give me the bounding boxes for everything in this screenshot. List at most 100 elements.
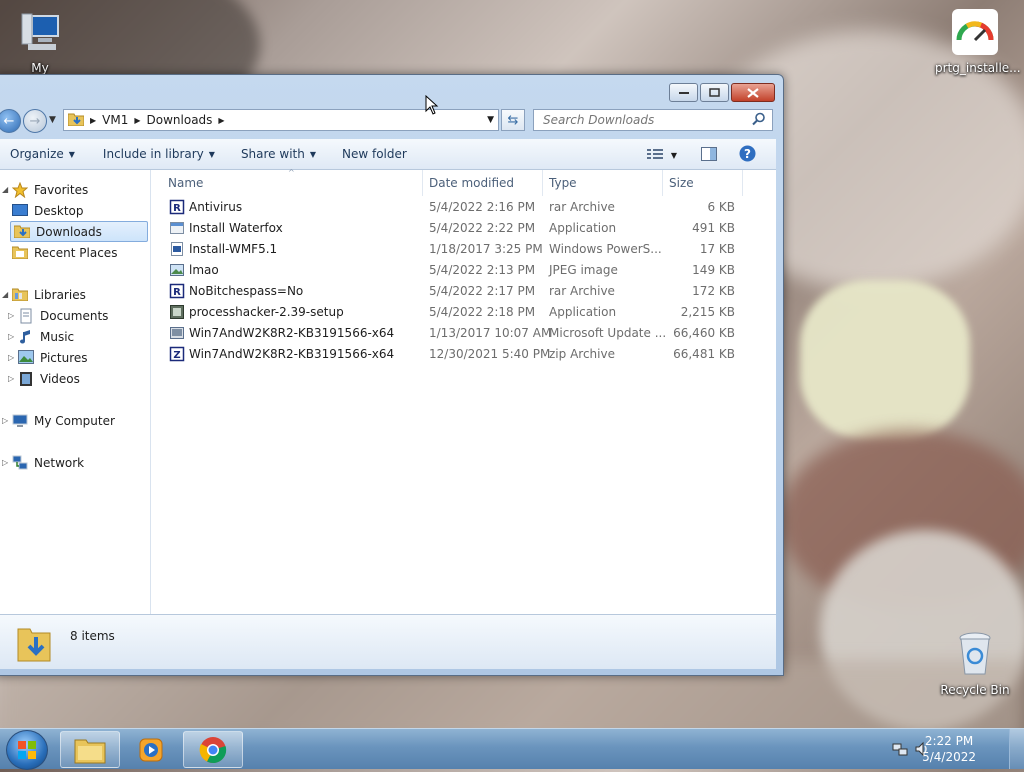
nav-label: Music [40, 329, 75, 344]
address-row: ← → ▼ ▶ VM1 ▶ Downloads ▶ ▼ ⇆ [0, 109, 783, 133]
help-icon[interactable]: ? [739, 145, 756, 165]
close-button[interactable] [731, 83, 775, 102]
file-name: Win7AndW2K8R2-KB3191566-x64 [189, 347, 395, 361]
collapsed-arrow-icon[interactable]: ▷ [2, 416, 12, 425]
view-options-dropdown-icon[interactable]: ▼ [671, 151, 677, 160]
nav-desktop[interactable]: Desktop [12, 201, 84, 220]
breadcrumb-downloads[interactable]: Downloads [147, 113, 213, 127]
collapsed-arrow-icon[interactable]: ▷ [8, 353, 18, 362]
collapsed-arrow-icon[interactable]: ▷ [8, 311, 18, 320]
file-date: 12/30/2021 5:40 PM [429, 347, 551, 361]
clock[interactable]: 2:22 PM 5/4/2022 [922, 733, 976, 765]
nav-videos[interactable]: ▷ Videos [8, 369, 80, 388]
file-size: 17 KB [699, 242, 735, 256]
show-desktop-button[interactable] [1009, 729, 1024, 769]
desktop-icon-recycle-bin[interactable]: Recycle Bin [935, 630, 1015, 697]
file-size: 6 KB [707, 200, 735, 214]
organize-label: Organize [10, 147, 64, 161]
nav-label: Recent Places [34, 245, 118, 260]
minimize-button[interactable] [669, 83, 698, 102]
powershell-script-icon [169, 241, 185, 257]
nav-libraries[interactable]: ◢ Libraries [2, 285, 86, 304]
expanded-arrow-icon[interactable]: ◢ [2, 290, 12, 299]
column-header-size[interactable]: Size [669, 170, 694, 196]
folder-download-icon [67, 112, 85, 129]
preview-pane-icon[interactable] [701, 146, 717, 164]
explorer-window[interactable]: ← → ▼ ▶ VM1 ▶ Downloads ▶ ▼ ⇆ Organize ▼ [0, 74, 784, 676]
file-size: 149 KB [692, 263, 735, 277]
taskbar: 2:22 PM 5/4/2022 [0, 728, 1024, 770]
refresh-button[interactable]: ⇆ [501, 109, 525, 131]
file-row[interactable]: lmao 5/4/2022 2:13 PM JPEG image 149 KB [151, 260, 751, 281]
nav-network[interactable]: ▷ Network [2, 453, 84, 472]
column-header-date-modified[interactable]: Date modified [429, 170, 514, 196]
nav-pictures[interactable]: ▷ Pictures [8, 348, 88, 367]
collapsed-arrow-icon[interactable]: ▷ [2, 458, 12, 467]
back-arrow-icon: ← [3, 113, 15, 129]
change-view-icon[interactable] [646, 148, 663, 163]
nav-my-computer[interactable]: ▷ My Computer [2, 411, 115, 430]
desktop-icon-prtg-installer[interactable]: prtg_installe... [935, 8, 1021, 75]
recent-pages-dropdown-icon[interactable]: ▼ [49, 115, 56, 125]
new-folder-button[interactable]: New folder [332, 147, 417, 161]
column-header-type[interactable]: Type [549, 170, 577, 196]
organize-menu[interactable]: Organize ▼ [0, 147, 85, 161]
nav-recent-places[interactable]: Recent Places [11, 243, 118, 262]
include-in-library-menu[interactable]: Include in library ▼ [93, 147, 225, 161]
nav-downloads[interactable]: Downloads [10, 221, 148, 242]
search-box[interactable] [533, 109, 773, 131]
file-date: 5/4/2022 2:17 PM [429, 284, 536, 298]
chevron-down-icon: ▼ [208, 149, 215, 159]
file-size: 2,215 KB [680, 305, 735, 319]
nav-label: Videos [40, 371, 80, 386]
file-list[interactable]: Name ^ Date modified Type Size R Antivir… [151, 168, 776, 614]
file-row[interactable]: R Antivirus 5/4/2022 2:16 PM rar Archive… [151, 197, 751, 218]
network-status-icon[interactable] [892, 741, 908, 760]
recycle-bin-icon [935, 630, 1015, 681]
nav-label: Network [34, 455, 85, 470]
expanded-arrow-icon[interactable]: ◢ [2, 185, 12, 194]
share-with-menu[interactable]: Share with ▼ [231, 147, 326, 161]
taskbar-explorer-button[interactable] [60, 731, 120, 768]
prtg-gauge-icon [935, 8, 1015, 59]
file-name: Install Waterfox [189, 221, 283, 235]
file-row[interactable]: Z Win7AndW2K8R2-KB3191566-x64 12/30/2021… [151, 344, 751, 365]
back-button[interactable]: ← [0, 109, 21, 133]
search-icon[interactable] [752, 112, 766, 129]
file-row[interactable]: Install-WMF5.1 1/18/2017 3:25 PM Windows… [151, 239, 751, 260]
collapsed-arrow-icon[interactable]: ▷ [8, 332, 18, 341]
desktop-icon [12, 203, 28, 219]
collapsed-arrow-icon[interactable]: ▷ [8, 374, 18, 383]
column-divider[interactable] [422, 170, 423, 196]
file-row[interactable]: processhacker-2.39-setup 5/4/2022 2:18 P… [151, 302, 751, 323]
column-header-name[interactable]: Name [168, 170, 203, 196]
maximize-button[interactable] [700, 83, 729, 102]
start-button[interactable] [6, 730, 48, 770]
nav-music[interactable]: ▷ Music [8, 327, 74, 346]
taskbar-chrome-button[interactable] [183, 731, 243, 768]
column-divider[interactable] [662, 170, 663, 196]
breadcrumb-separator-icon[interactable]: ▶ [134, 116, 140, 125]
nav-documents[interactable]: ▷ Documents [8, 306, 108, 325]
refresh-icon: ⇆ [507, 112, 519, 128]
column-divider[interactable] [742, 170, 743, 196]
nav-favorites[interactable]: ◢ Favorites [2, 180, 88, 199]
libraries-icon [11, 287, 29, 303]
star-icon [11, 181, 29, 198]
file-row[interactable]: R NoBitchespass=No 5/4/2022 2:17 PM rar … [151, 281, 751, 302]
address-dropdown-icon[interactable]: ▼ [487, 115, 494, 125]
search-input[interactable] [541, 112, 750, 128]
navigation-pane[interactable]: ◢ Favorites Desktop Downloads Recent Pla… [0, 170, 151, 614]
breadcrumb-separator-icon[interactable]: ▶ [90, 116, 96, 125]
media-player-icon [139, 738, 163, 761]
file-date: 1/13/2017 10:07 AM [429, 326, 552, 340]
svg-text:R: R [173, 287, 181, 298]
forward-button[interactable]: → [23, 109, 47, 133]
breadcrumb-separator-icon[interactable]: ▶ [218, 116, 224, 125]
file-row[interactable]: Win7AndW2K8R2-KB3191566-x64 1/13/2017 10… [151, 323, 751, 344]
file-date: 5/4/2022 2:22 PM [429, 221, 536, 235]
taskbar-media-player-button[interactable] [121, 731, 181, 768]
file-row[interactable]: Install Waterfox 5/4/2022 2:22 PM Applic… [151, 218, 751, 239]
breadcrumb-vm1[interactable]: VM1 [102, 113, 128, 127]
column-divider[interactable] [542, 170, 543, 196]
